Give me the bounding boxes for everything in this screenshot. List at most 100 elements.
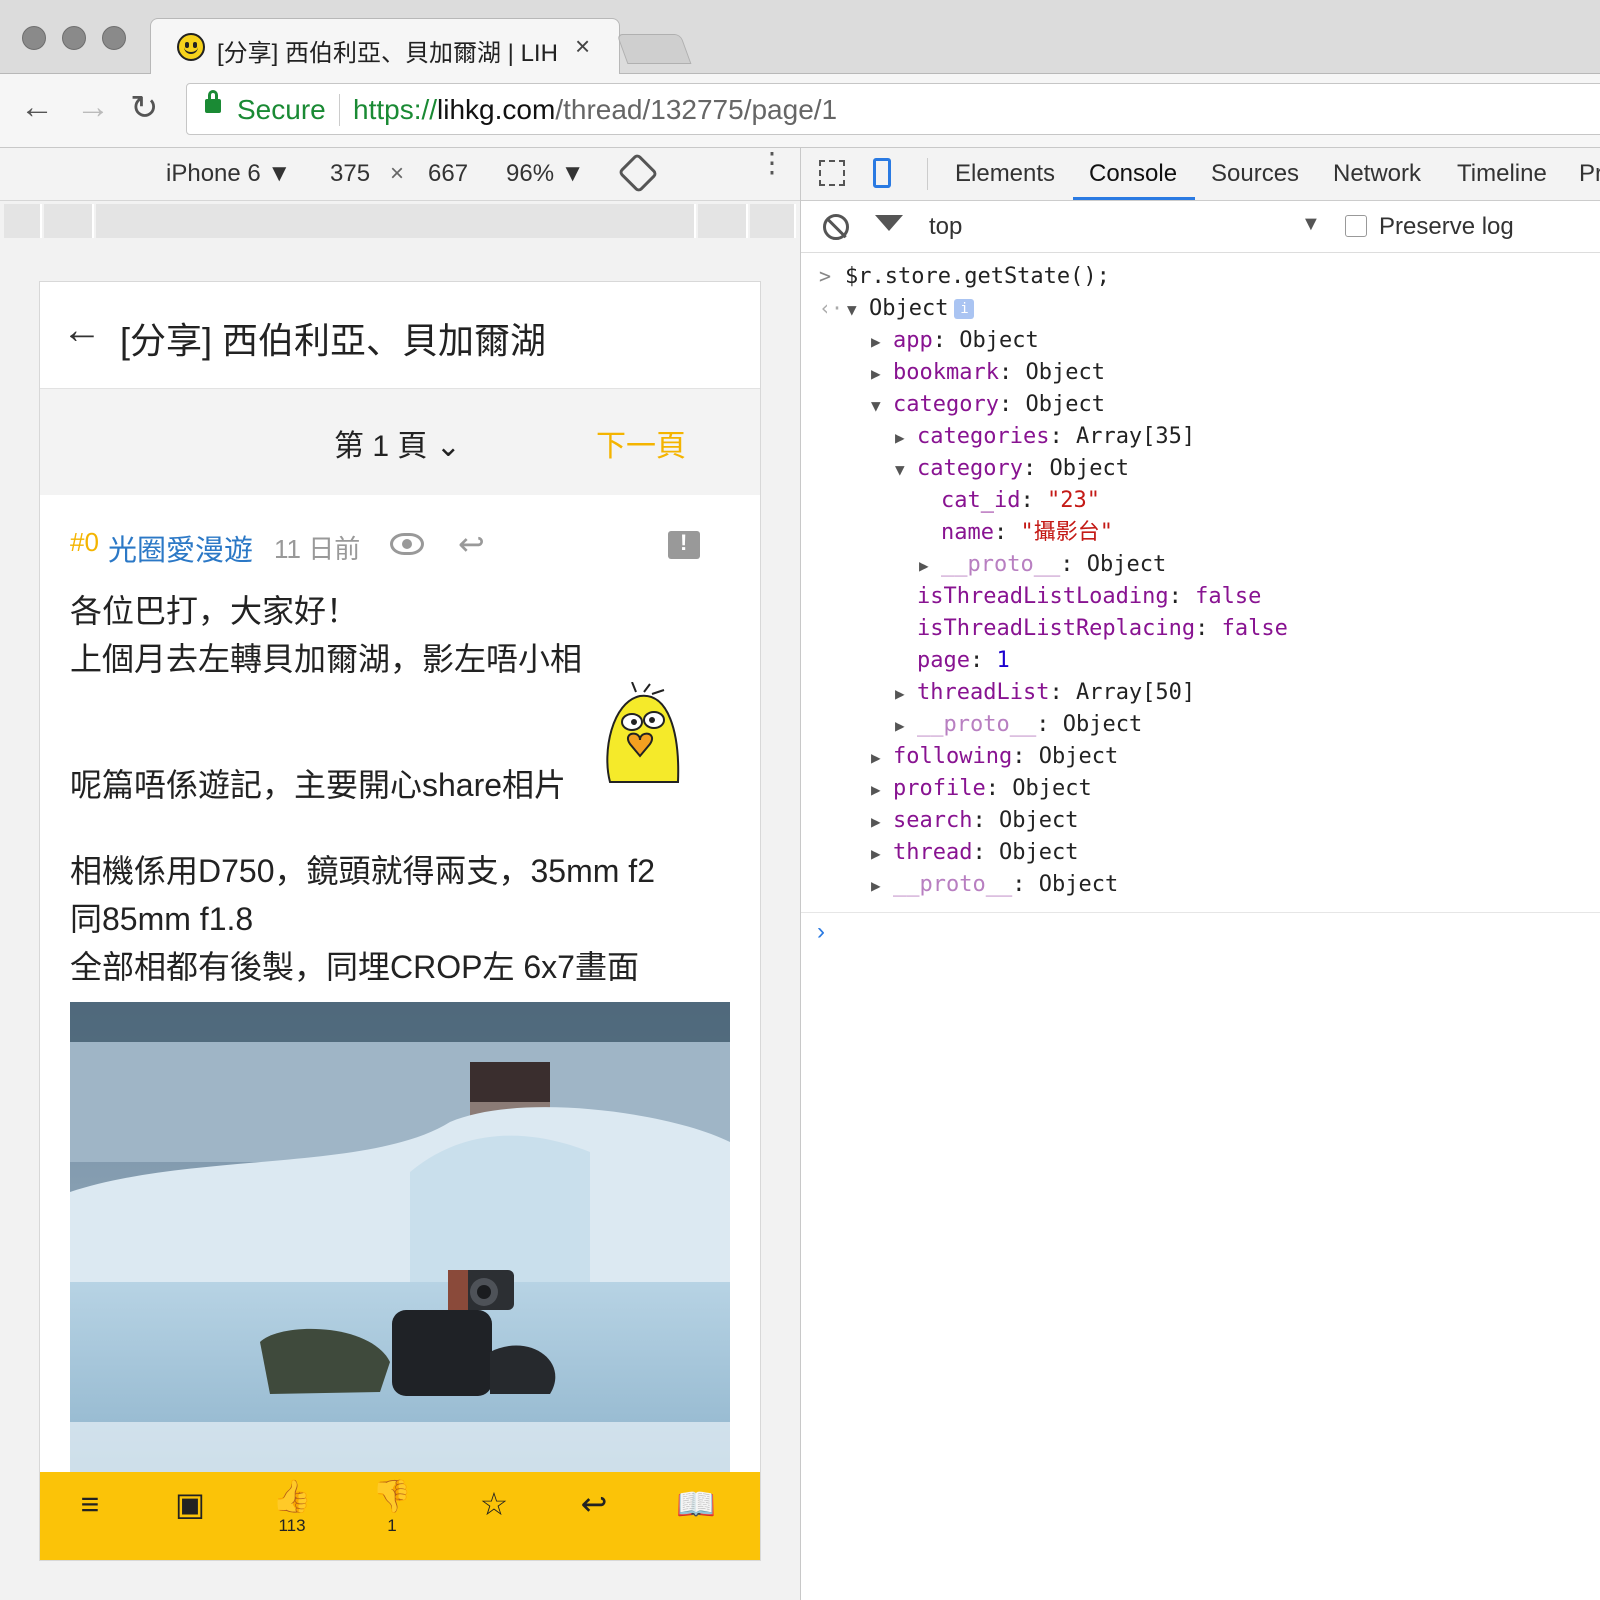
zoom-window-button[interactable]: [102, 26, 126, 50]
tree-row[interactable]: ▶ profile: Object: [871, 773, 1092, 804]
tree-key: following: [893, 744, 1013, 769]
back-arrow-icon[interactable]: ←: [62, 308, 102, 353]
reload-icon[interactable]: ↻: [130, 88, 159, 128]
expanded-triangle-icon[interactable]: ▼: [895, 454, 917, 485]
zoom-select[interactable]: 96% ▼: [506, 160, 584, 188]
expanded-triangle-icon[interactable]: ▼: [871, 390, 893, 421]
tree-key: page: [917, 648, 970, 673]
device-mode-icon[interactable]: [873, 158, 891, 188]
preserve-log-checkbox[interactable]: [1345, 215, 1367, 237]
url-text[interactable]: https://lihkg.com/thread/132775/page/1: [353, 94, 837, 126]
collapsed-triangle-icon[interactable]: ▶: [871, 838, 893, 869]
viewport-height[interactable]: 667: [428, 160, 468, 188]
menu-button[interactable]: ≡: [60, 1486, 120, 1522]
viewport-width[interactable]: 375: [330, 160, 370, 188]
tree-key: bookmark: [893, 360, 999, 385]
collapsed-triangle-icon[interactable]: ▶: [895, 678, 917, 709]
tree-row[interactable]: ▶ thread: Object: [871, 837, 1078, 868]
next-page-link[interactable]: 下一頁: [596, 421, 686, 465]
tree-row[interactable]: ▶ categories: Array[35]: [895, 421, 1195, 452]
tab-close-icon[interactable]: ×: [575, 31, 590, 62]
tree-row[interactable]: ▶ search: Object: [871, 805, 1078, 836]
tree-row[interactable]: ▶ following: Object: [871, 741, 1118, 772]
tab-console[interactable]: Console: [1089, 160, 1177, 188]
collapsed-triangle-icon[interactable]: ▶: [871, 806, 893, 837]
info-icon[interactable]: i: [954, 299, 975, 319]
collapsed-triangle-icon[interactable]: ▶: [871, 774, 893, 805]
tree-row[interactable]: ▶ threadList: Array[50]: [895, 677, 1195, 708]
reply-button[interactable]: ↩: [564, 1486, 624, 1522]
filter-icon[interactable]: [875, 215, 903, 231]
tree-row[interactable]: ‹· ▼ Object i: [801, 293, 1600, 324]
tab-timeline[interactable]: Timeline: [1457, 160, 1547, 188]
console-prompt-icon[interactable]: ›: [817, 918, 825, 946]
tree-row[interactable]: ▶ app: Object: [871, 325, 1039, 356]
page-select[interactable]: 第 1 頁 ⌄: [334, 421, 461, 465]
rotate-icon[interactable]: [617, 152, 659, 194]
reply-icon: ↩: [580, 1486, 608, 1522]
tree-key: name: [941, 520, 994, 545]
url-scheme: https://: [353, 94, 438, 125]
report-icon[interactable]: [668, 530, 700, 559]
collapsed-triangle-icon[interactable]: ▶: [895, 710, 917, 741]
collapsed-triangle-icon[interactable]: ▶: [871, 358, 893, 389]
tab-profiles[interactable]: Pr: [1579, 160, 1600, 188]
tree-row[interactable]: ▶ __proto__: Object: [919, 549, 1166, 580]
ruler-segment[interactable]: [44, 204, 94, 238]
tree-value: "23": [1046, 488, 1100, 513]
chick-sticker-icon: [606, 682, 680, 783]
inspect-element-icon[interactable]: [819, 160, 845, 186]
context-select[interactable]: top: [929, 213, 962, 241]
lock-icon: [205, 90, 221, 113]
bookmark-button[interactable]: ☆: [464, 1486, 524, 1522]
minimize-window-button[interactable]: [62, 26, 86, 50]
more-options-icon[interactable]: ⋮: [758, 149, 786, 177]
menu-icon: ≡: [80, 1486, 100, 1522]
mobile-viewport: ← [分享] 西伯利亞、貝加爾湖 第 1 頁 ⌄ 下一頁 #0 光圈愛漫遊 11…: [39, 281, 761, 1561]
page-navigator: 第 1 頁 ⌄ 下一頁: [40, 389, 760, 495]
command-text: $r.store.getState();: [845, 264, 1110, 289]
dislike-button[interactable]: 👎 1: [362, 1478, 422, 1536]
tree-key: category: [917, 456, 1023, 481]
read-mode-button[interactable]: 📖: [666, 1486, 726, 1522]
thread-header: ← [分享] 西伯利亞、貝加爾湖: [40, 282, 760, 389]
tree-row[interactable]: ▶ __proto__: Object: [871, 869, 1118, 900]
collapsed-triangle-icon[interactable]: ▶: [871, 742, 893, 773]
tree-key: app: [893, 328, 933, 353]
tree-row[interactable]: ▼ category: Object: [871, 389, 1105, 420]
collapsed-triangle-icon[interactable]: ▶: [895, 422, 917, 453]
eye-icon[interactable]: [390, 533, 424, 555]
address-bar[interactable]: Secure https://lihkg.com/thread/132775/p…: [186, 83, 1600, 135]
tab-sources[interactable]: Sources: [1211, 160, 1299, 188]
collapsed-triangle-icon[interactable]: ▶: [871, 870, 893, 901]
collapsed-triangle-icon[interactable]: ▶: [919, 550, 941, 581]
gallery-button[interactable]: ▣: [160, 1486, 220, 1522]
browser-tab[interactable]: [分享] 西伯利亞、貝加爾湖 | LIH ×: [150, 18, 620, 75]
dimension-times: ×: [390, 160, 405, 187]
expanded-triangle-icon[interactable]: ▼: [847, 294, 869, 325]
tab-network[interactable]: Network: [1333, 160, 1421, 188]
tree-value: Object: [1025, 360, 1105, 385]
ruler-segment[interactable]: [4, 204, 42, 238]
tree-row[interactable]: ▶ bookmark: Object: [871, 357, 1105, 388]
clear-console-icon[interactable]: [823, 214, 849, 240]
device-select[interactable]: iPhone 6 ▼: [166, 160, 291, 188]
like-button[interactable]: 👍 113: [262, 1478, 322, 1536]
tree-row[interactable]: ▼ category: Object: [895, 453, 1129, 484]
media-query-ruler[interactable]: [4, 204, 796, 238]
tree-key: thread: [893, 840, 973, 865]
post-username[interactable]: 光圈愛漫遊: [108, 527, 253, 569]
dropdown-arrow-icon[interactable]: ▼: [1301, 213, 1321, 236]
tab-elements[interactable]: Elements: [955, 160, 1055, 188]
reply-icon[interactable]: ↩: [458, 525, 485, 563]
tree-key: category: [893, 392, 999, 417]
close-window-button[interactable]: [22, 26, 46, 50]
new-tab-button[interactable]: [616, 34, 692, 64]
ruler-segment[interactable]: [750, 204, 796, 238]
ruler-segment[interactable]: [698, 204, 748, 238]
collapsed-triangle-icon[interactable]: ▶: [871, 326, 893, 357]
forward-icon[interactable]: →: [76, 88, 110, 127]
back-icon[interactable]: ←: [20, 88, 54, 127]
tree-row[interactable]: ▶ __proto__: Object: [895, 709, 1142, 740]
ruler-segment[interactable]: [96, 204, 696, 238]
